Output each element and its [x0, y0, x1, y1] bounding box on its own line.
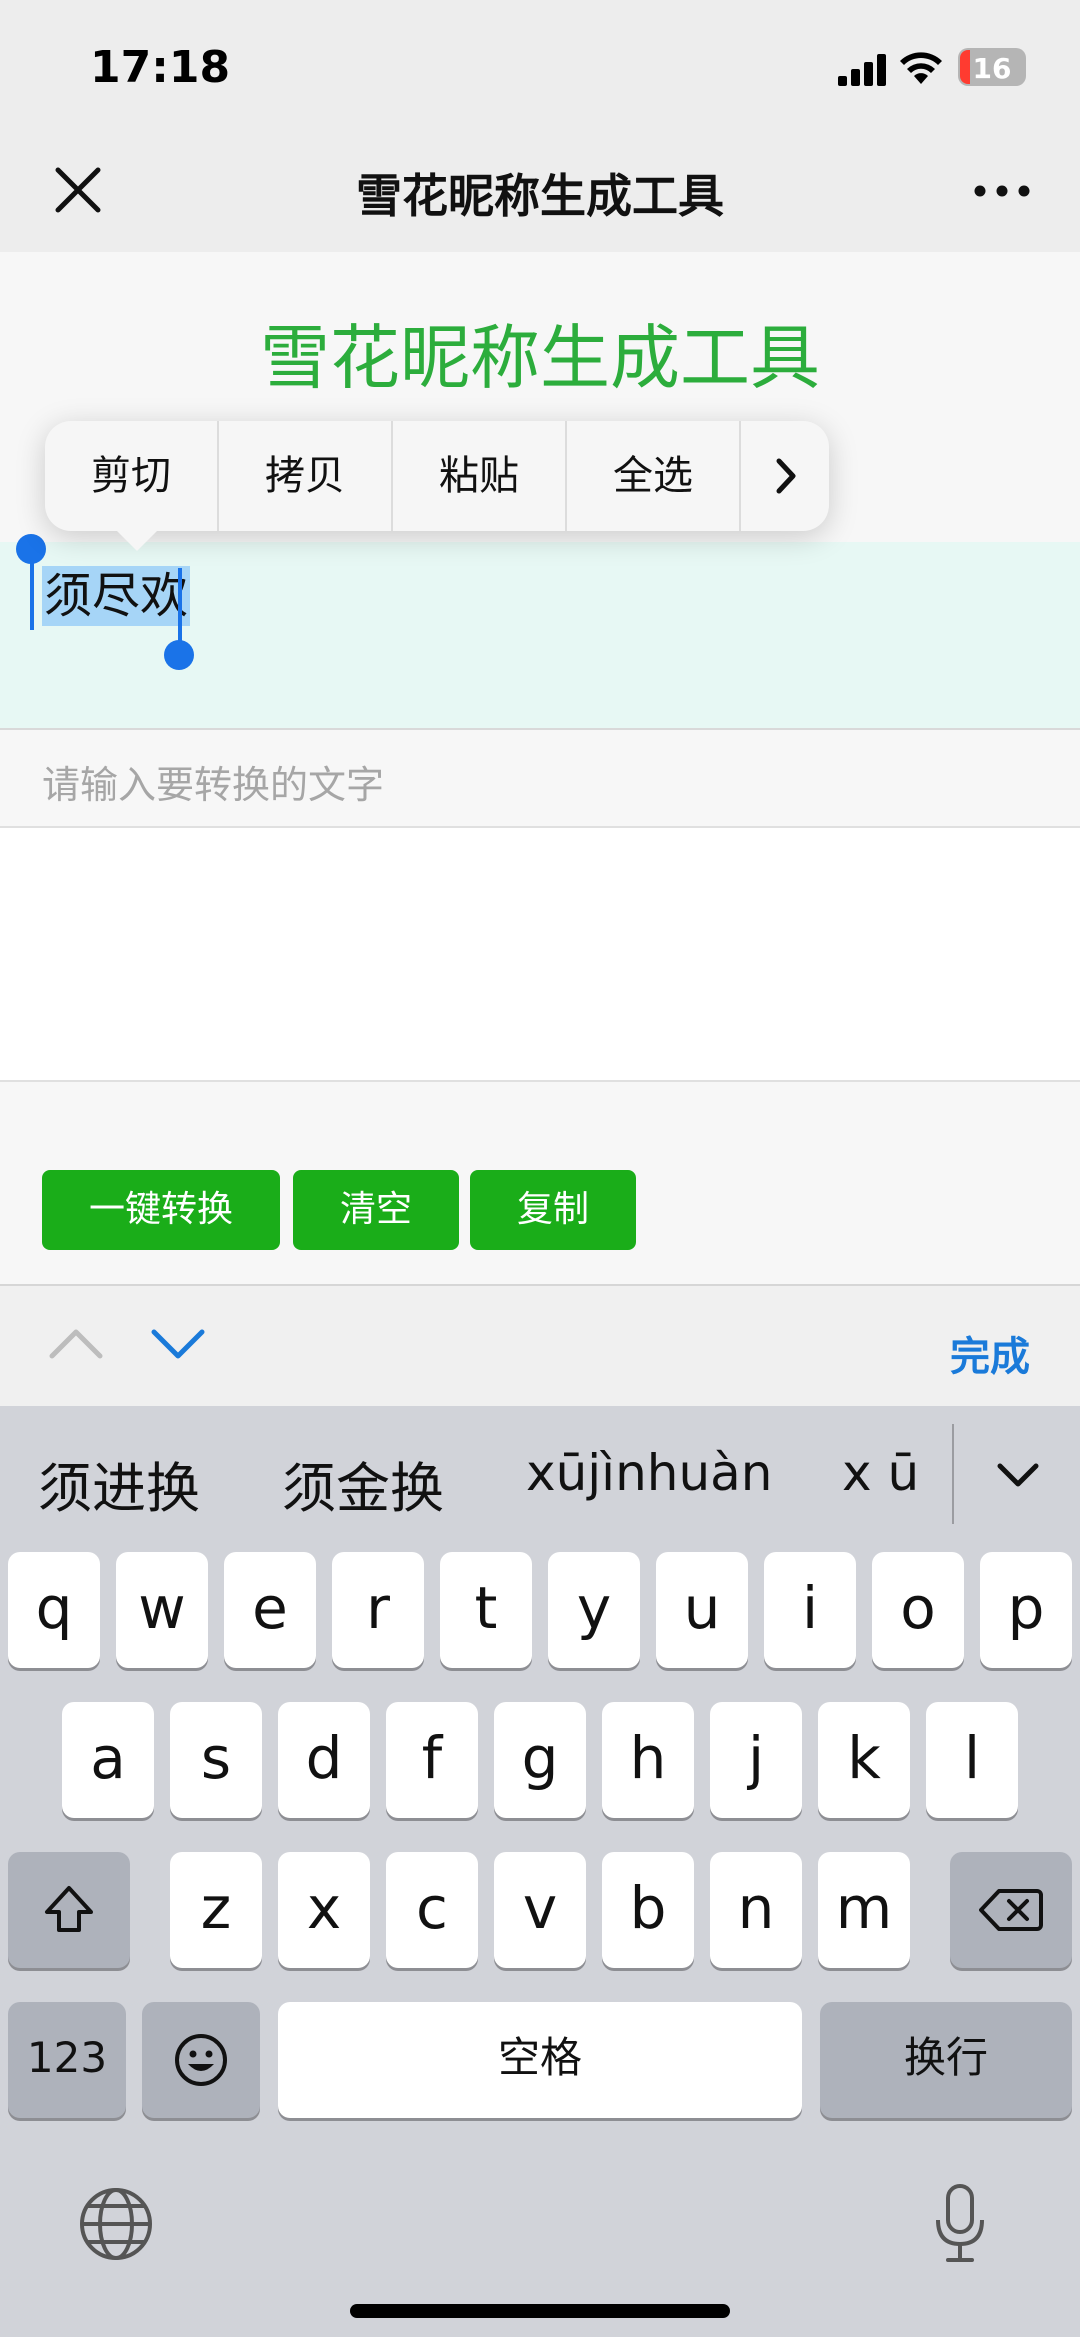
menu-paste[interactable]: 粘贴 [393, 421, 567, 531]
battery-icon: 16 [958, 48, 1026, 86]
menu-copy[interactable]: 拷贝 [219, 421, 393, 531]
key-x[interactable]: x [278, 1852, 370, 1968]
selection-end-handle[interactable] [164, 568, 194, 670]
menu-select-all[interactable]: 全选 [567, 421, 741, 531]
signal-icon [838, 54, 886, 86]
convert-button[interactable]: 一键转换 [42, 1170, 280, 1250]
chevron-down-icon[interactable] [150, 1324, 206, 1364]
key-i[interactable]: i [764, 1552, 856, 1668]
candidate-item[interactable]: xūjìnhuàn [526, 1444, 772, 1502]
page-content: 雪花昵称生成工具 须尽欢 请输入要转换的文字 一键转换 清空 复制 [0, 252, 1080, 1284]
selection-start-handle[interactable] [16, 534, 46, 630]
top-bar: 17:18 16 雪花昵称生成工具 [0, 0, 1080, 252]
microphone-icon[interactable] [930, 2182, 990, 2266]
key-e[interactable]: e [224, 1552, 316, 1668]
shift-key[interactable] [8, 1852, 130, 1968]
key-t[interactable]: t [440, 1552, 532, 1668]
key-b[interactable]: b [602, 1852, 694, 1968]
menu-cut[interactable]: 剪切 [45, 421, 219, 531]
numbers-key[interactable]: 123 [8, 2002, 126, 2118]
key-o[interactable]: o [872, 1552, 964, 1668]
emoji-icon [175, 2034, 227, 2086]
shift-icon [45, 1886, 93, 1932]
selected-result-text[interactable]: 须尽欢 [42, 566, 191, 626]
globe-icon[interactable] [78, 2186, 154, 2262]
clear-button[interactable]: 清空 [293, 1170, 459, 1250]
candidate-bar: 须进换 须金换 xūjìnhuàn x ū [0, 1406, 1080, 1546]
key-f[interactable]: f [386, 1702, 478, 1818]
candidate-item[interactable]: 须金换 [282, 1444, 444, 1523]
input-placeholder: 请输入要转换的文字 [42, 763, 385, 807]
backspace-icon [979, 1889, 1043, 1931]
battery-level: 16 [972, 52, 1012, 85]
candidate-item[interactable]: 须进换 [38, 1444, 200, 1523]
candidate-divider [952, 1424, 954, 1524]
candidate-item[interactable]: x ū [842, 1444, 919, 1502]
key-g[interactable]: g [494, 1702, 586, 1818]
emoji-key[interactable] [142, 2002, 260, 2118]
key-q[interactable]: q [8, 1552, 100, 1668]
done-button[interactable]: 完成 [950, 1324, 1030, 1382]
input-label-row: 请输入要转换的文字 [0, 730, 1080, 828]
key-r[interactable]: r [332, 1552, 424, 1668]
keyboard: 须进换 须金换 xūjìnhuàn x ū q w e r t y u i o … [0, 1406, 1080, 2337]
copy-button[interactable]: 复制 [470, 1170, 636, 1250]
key-s[interactable]: s [170, 1702, 262, 1818]
chevron-right-icon[interactable] [741, 421, 829, 531]
page-heading: 雪花昵称生成工具 [260, 317, 820, 399]
key-j[interactable]: j [710, 1702, 802, 1818]
key-v[interactable]: v [494, 1852, 586, 1968]
more-icon[interactable] [972, 178, 1032, 204]
edit-menu: 剪切 拷贝 粘贴 全选 [45, 421, 829, 551]
chevron-up-icon[interactable] [48, 1324, 104, 1364]
status-time: 17:18 [90, 42, 231, 93]
return-key[interactable]: 换行 [820, 2002, 1072, 2118]
key-d[interactable]: d [278, 1702, 370, 1818]
chevron-down-icon[interactable] [990, 1446, 1046, 1502]
space-key[interactable]: 空格 [278, 2002, 802, 2118]
text-input-area[interactable] [0, 828, 1080, 1082]
nav-title: 雪花昵称生成工具 [356, 169, 724, 223]
key-u[interactable]: u [656, 1552, 748, 1668]
backspace-key[interactable] [950, 1852, 1072, 1968]
key-a[interactable]: a [62, 1702, 154, 1818]
key-h[interactable]: h [602, 1702, 694, 1818]
key-w[interactable]: w [116, 1552, 208, 1668]
key-m[interactable]: m [818, 1852, 910, 1968]
key-p[interactable]: p [980, 1552, 1072, 1668]
key-y[interactable]: y [548, 1552, 640, 1668]
home-indicator [350, 2304, 730, 2318]
key-c[interactable]: c [386, 1852, 478, 1968]
key-k[interactable]: k [818, 1702, 910, 1818]
keyboard-accessory-bar: 完成 [0, 1284, 1080, 1406]
key-z[interactable]: z [170, 1852, 262, 1968]
wifi-icon [900, 52, 942, 84]
close-icon[interactable] [48, 160, 108, 220]
key-l[interactable]: l [926, 1702, 1018, 1818]
key-n[interactable]: n [710, 1852, 802, 1968]
